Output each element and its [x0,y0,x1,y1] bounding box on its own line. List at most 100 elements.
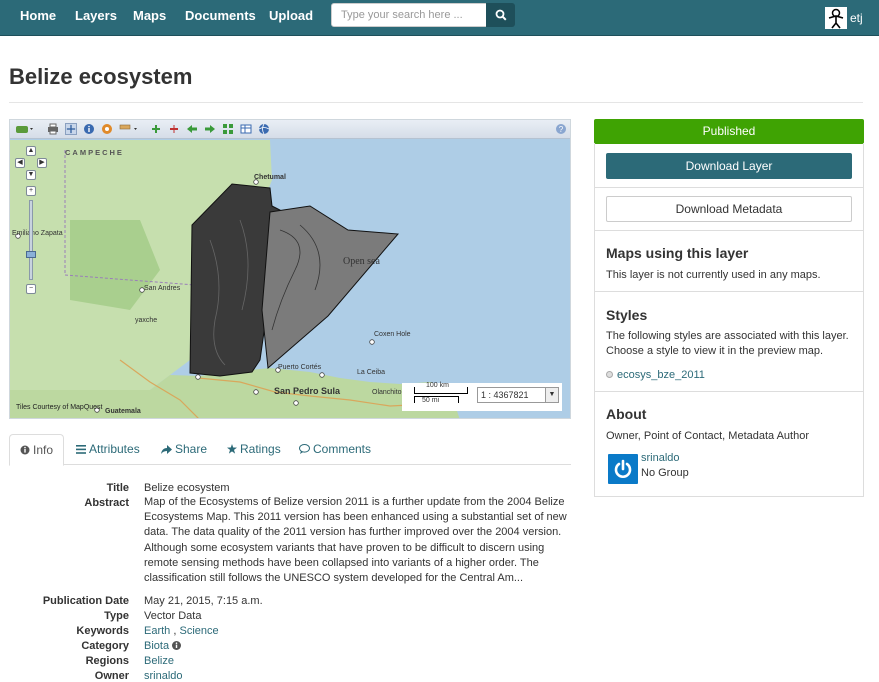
nav-maps[interactable]: Maps [133,0,166,31]
map-canvas[interactable] [10,120,571,419]
info-owner-label: Owner [94,670,129,682]
comment-icon [299,444,310,454]
owner-link[interactable]: srinaldo [144,670,183,682]
info-circle-icon [20,445,30,455]
tab-ratings-label: Ratings [240,442,281,456]
tab-attributes[interactable]: Attributes [76,434,140,465]
info-abstract-value: Map of the Ecosystems of Belize version … [144,496,567,585]
maps-using-heading: Maps using this layer [606,245,749,261]
zoom-out-button[interactable]: − [26,284,36,294]
share-icon [161,445,172,454]
map-label-coxen-hole: Coxen Hole [374,331,411,338]
zoom-slider-track[interactable] [29,200,33,280]
pan-up-button[interactable]: ▲ [26,146,36,156]
style-name[interactable]: ecosys_bze_2011 [617,369,705,381]
owner-avatar[interactable] [608,454,638,484]
user-avatar[interactable] [825,7,847,29]
layers-menu-icon[interactable] [15,123,35,135]
keyword-link-earth[interactable]: Earth [144,625,170,637]
panel-divider [595,391,863,392]
zoom-in-icon[interactable] [150,123,162,135]
list-icon [76,445,86,454]
about-heading: About [606,406,647,422]
panel-divider [595,291,863,292]
map-label-emiliano-zapata: Emiliano Zapata [12,230,63,237]
download-layer-button[interactable]: Download Layer [606,153,852,179]
map-label-yaxche: yaxche [135,317,158,324]
nav-upload[interactable]: Upload [269,0,313,31]
info-icon[interactable] [83,123,95,135]
info-title-value: Belize ecosystem [144,482,230,494]
pan-icon[interactable] [65,123,77,135]
style-option[interactable]: ecosys_bze_2011 [606,369,705,381]
power-icon [614,459,632,478]
info-abstract-label: Abstract [84,497,129,509]
forward-icon[interactable] [204,123,216,135]
nav-documents[interactable]: Documents [185,0,256,31]
about-roles: Owner, Point of Contact, Metadata Author [606,430,810,442]
help-icon[interactable]: ? [555,123,567,135]
tab-info[interactable]: Info [9,434,65,466]
info-category-value: Biota [144,640,182,652]
measure-icon[interactable] [119,123,139,135]
map-label-chetumal: Chetumal [254,174,286,181]
maps-using-text: This layer is not currently used in any … [606,269,821,281]
nav-home[interactable]: Home [20,0,56,31]
styles-heading: Styles [606,307,648,323]
scale-km-label: 100 km [426,382,449,389]
search-icon [495,9,507,21]
tab-share[interactable]: Share [161,434,207,465]
zoom-in-button[interactable]: + [26,186,36,196]
category-link[interactable]: Biota [144,640,169,652]
region-link[interactable]: Belize [144,655,174,667]
globe-icon[interactable] [258,123,270,135]
download-metadata-button[interactable]: Download Metadata [606,196,852,222]
svg-text:?: ? [559,125,564,134]
pan-right-button[interactable]: ▶ [37,158,47,168]
info-regions-label: Regions [85,655,129,667]
map-attribution[interactable]: Tiles Courtesy of MapQuest [16,404,103,411]
owner-group: No Group [641,467,689,479]
style-radio[interactable] [606,371,613,378]
info-circle-icon[interactable] [172,641,182,650]
map-label-san-andres: San Andres [144,285,181,292]
zoom-slider-handle[interactable] [26,251,36,258]
back-icon[interactable] [186,123,198,135]
page-title: Belize ecosystem [9,64,193,89]
top-navbar: Home Layers Maps Documents Upload etj [0,0,879,36]
info-type-label: Type [104,610,129,622]
zoom-out-icon[interactable] [168,123,180,135]
search-input[interactable] [331,3,487,27]
map-label-puerto-cortes: Puerto Cortés [278,364,322,371]
map-label-campeche: CAMPECHE [65,148,124,157]
owner-name-link[interactable]: srinaldo [641,452,680,464]
star-icon [227,444,237,454]
tab-comments[interactable]: Comments [299,434,371,465]
status-badge: Published [594,119,864,144]
pan-left-button[interactable]: ◀ [15,158,25,168]
user-avatar-icon [825,7,847,29]
nav-layers[interactable]: Layers [75,0,117,31]
map-label-guatemala: Guatemala [105,408,141,415]
scale-select[interactable]: 1 : 4367821 ▼ [477,387,559,403]
chevron-down-icon[interactable]: ▼ [545,388,558,402]
query-icon[interactable] [101,123,113,135]
tab-share-label: Share [175,442,208,456]
search-button[interactable] [486,3,515,27]
tab-comments-label: Comments [313,442,372,456]
zoom-extent-icon[interactable] [222,123,234,135]
info-pubdate-value: May 21, 2015, 7:15 a.m. [144,595,263,607]
info-regions-value: Belize [144,655,174,667]
table-icon[interactable] [240,123,252,135]
map-preview[interactable]: CAMPECHE Chetumal Emiliano Zapata San An… [9,119,571,419]
pan-down-button[interactable]: ▼ [26,170,36,180]
map-label-la-ceiba: La Ceiba [357,369,386,376]
user-name[interactable]: etj [850,11,863,25]
info-pubdate-label: Publication Date [42,595,129,607]
info-keywords-value: Earth , Science [144,625,219,637]
map-label-san-pedro-sula: San Pedro Sula [274,386,341,396]
info-owner-value: srinaldo [144,670,183,682]
print-icon[interactable] [47,123,59,135]
keyword-link-science[interactable]: Science [179,625,218,637]
tab-ratings[interactable]: Ratings [227,434,281,465]
